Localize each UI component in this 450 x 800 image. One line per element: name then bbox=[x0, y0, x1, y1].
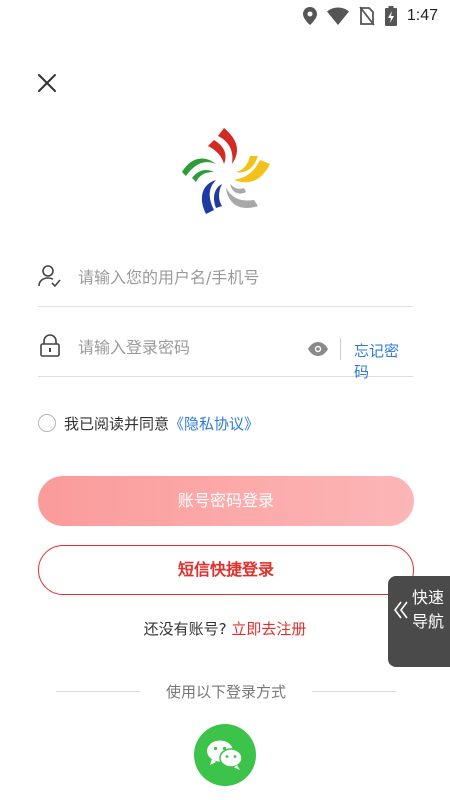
password-input[interactable] bbox=[76, 330, 320, 364]
register-link[interactable]: 立即去注册 bbox=[231, 620, 306, 638]
close-button[interactable] bbox=[34, 70, 60, 96]
quick-nav-label: 快速 导航 bbox=[412, 586, 446, 634]
wechat-icon bbox=[207, 740, 243, 770]
agreement-checkbox[interactable] bbox=[38, 414, 56, 432]
no-sim-icon bbox=[359, 6, 375, 26]
wechat-login-button[interactable] bbox=[194, 724, 256, 786]
sms-login-button[interactable]: 短信快捷登录 bbox=[38, 545, 414, 595]
location-icon bbox=[302, 7, 317, 25]
status-bar: 1:47 bbox=[0, 0, 450, 32]
quick-nav-line1: 快速 bbox=[412, 588, 445, 607]
agreement-row: 我已阅读并同意 《隐私协议》 bbox=[38, 412, 259, 434]
eye-icon[interactable] bbox=[308, 342, 328, 356]
forgot-password-link[interactable]: 忘记密码 bbox=[354, 340, 413, 382]
user-check-icon bbox=[38, 265, 61, 288]
wifi-icon bbox=[326, 7, 349, 25]
quick-nav-button[interactable]: 快速 导航 bbox=[388, 576, 450, 667]
status-time: 1:47 bbox=[406, 7, 438, 24]
password-login-button[interactable]: 账号密码登录 bbox=[38, 476, 414, 526]
register-question: 还没有账号? bbox=[143, 620, 227, 638]
divider-line bbox=[56, 690, 140, 692]
quick-nav-line2: 导航 bbox=[412, 612, 445, 631]
status-icons: 1:47 bbox=[302, 4, 438, 28]
field-divider bbox=[340, 338, 341, 360]
agreement-text: 我已阅读并同意 bbox=[64, 414, 170, 433]
close-icon bbox=[38, 74, 56, 92]
username-input[interactable] bbox=[76, 260, 320, 294]
divider-line bbox=[312, 690, 397, 692]
alt-login-label: 使用以下登录方式 bbox=[166, 682, 287, 701]
lock-icon bbox=[40, 334, 60, 357]
register-row: 还没有账号? 立即去注册 bbox=[0, 618, 450, 639]
privacy-policy-link[interactable]: 《隐私协议》 bbox=[169, 413, 259, 434]
password-field: 忘记密码 bbox=[38, 306, 413, 381]
battery-charging-icon bbox=[384, 6, 397, 26]
app-logo bbox=[178, 126, 274, 218]
username-field bbox=[38, 236, 413, 307]
double-chevron-left-icon bbox=[394, 601, 408, 619]
alt-login-divider: 使用以下登录方式 bbox=[56, 680, 397, 702]
